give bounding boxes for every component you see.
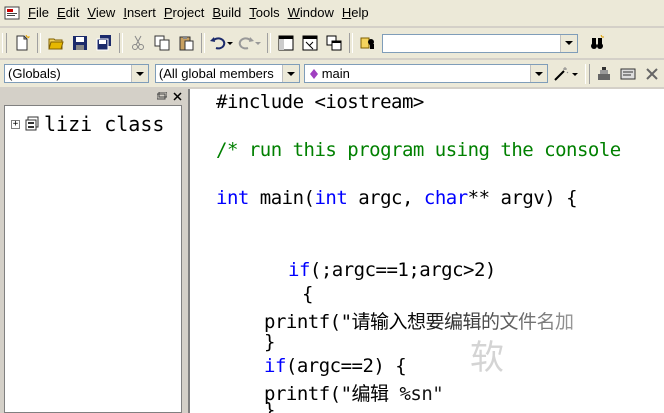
find-combo[interactable] bbox=[382, 33, 578, 53]
code-line: } bbox=[264, 331, 275, 353]
function-icon bbox=[309, 68, 318, 79]
build-icon bbox=[598, 66, 611, 80]
save-icon bbox=[73, 36, 87, 50]
workspace-pane-header bbox=[0, 89, 186, 103]
stop-build-button[interactable] bbox=[641, 63, 663, 85]
code-line-if2: if(argc==2) { bbox=[264, 355, 407, 377]
save-all-button[interactable] bbox=[93, 32, 115, 54]
workspace-button[interactable] bbox=[275, 32, 297, 54]
code-editor[interactable]: #include <iostream> /* run this program … bbox=[188, 89, 664, 413]
undo-button[interactable] bbox=[209, 32, 235, 54]
copy-icon bbox=[154, 35, 170, 51]
filter-combo[interactable]: (All global members bbox=[154, 64, 300, 83]
output-window-icon bbox=[302, 35, 318, 51]
code-line: printf("请输入想要编辑的文件名加 bbox=[264, 311, 574, 333]
standard-toolbar bbox=[0, 28, 664, 58]
menu-window[interactable]: Window bbox=[284, 0, 338, 26]
open-folder-icon bbox=[48, 38, 64, 50]
keyword-if: if bbox=[288, 259, 310, 281]
keyword-int: int bbox=[216, 187, 249, 209]
classes-icon bbox=[25, 116, 39, 131]
menu-project[interactable]: Project bbox=[160, 0, 208, 26]
plus-expander-icon[interactable]: + bbox=[11, 119, 20, 129]
close-icon[interactable] bbox=[173, 91, 182, 101]
output-button[interactable] bbox=[299, 32, 321, 54]
undo-icon bbox=[210, 37, 233, 50]
window-list-button[interactable] bbox=[323, 32, 345, 54]
copy-button[interactable] bbox=[151, 32, 173, 54]
toolbar-separator bbox=[37, 33, 41, 53]
menu-build[interactable]: Build bbox=[208, 0, 245, 26]
build-button[interactable] bbox=[594, 63, 616, 85]
save-button[interactable] bbox=[69, 32, 91, 54]
member-combo-arrow[interactable] bbox=[529, 65, 547, 82]
paste-button[interactable] bbox=[175, 32, 197, 54]
app-icon bbox=[4, 6, 20, 20]
toolbar-grip[interactable] bbox=[584, 63, 590, 84]
scope-combo[interactable]: (Globals) bbox=[4, 64, 149, 83]
code-line: } bbox=[264, 399, 275, 413]
binoculars-icon bbox=[591, 35, 604, 49]
redo-button[interactable] bbox=[237, 32, 263, 54]
find-in-files-icon bbox=[360, 37, 374, 49]
new-file-button[interactable] bbox=[11, 32, 33, 54]
toolbar-separator bbox=[119, 33, 123, 53]
scope-combo-arrow[interactable] bbox=[130, 65, 148, 82]
member-combo[interactable]: main bbox=[303, 64, 548, 83]
code-line: #include <iostream> bbox=[216, 91, 424, 113]
chevron-down-icon bbox=[135, 71, 144, 76]
wizard-action-button[interactable] bbox=[552, 63, 582, 85]
menu-edit[interactable]: Edit bbox=[53, 0, 83, 26]
keyword-int: int bbox=[314, 187, 348, 209]
toolbar-grip[interactable] bbox=[2, 33, 7, 53]
member-combo-value: main bbox=[321, 66, 350, 81]
keyword-if: if bbox=[264, 355, 286, 377]
toolbar-separator bbox=[201, 33, 205, 53]
paste-icon bbox=[179, 36, 194, 51]
menu-bar: File Edit View Insert Project Build Tool… bbox=[0, 0, 664, 26]
stop-build-icon bbox=[646, 67, 658, 80]
code-line: { bbox=[302, 283, 313, 305]
find-in-files-button[interactable] bbox=[357, 32, 379, 54]
menu-insert[interactable]: Insert bbox=[119, 0, 160, 26]
workspace-pane: + lizi class bbox=[0, 89, 186, 413]
save-all-icon bbox=[96, 35, 111, 51]
chevron-down-icon bbox=[286, 71, 295, 76]
wizard-bar: (Globals) (All global members main bbox=[0, 60, 664, 87]
compile-icon bbox=[620, 68, 636, 79]
window-list-icon bbox=[326, 35, 342, 51]
scope-combo-value: (Globals) bbox=[8, 66, 61, 81]
watermark-text: 软 bbox=[470, 338, 504, 378]
tree-item-label: lizi class bbox=[44, 112, 165, 136]
workspace-icon bbox=[278, 35, 294, 51]
redo-icon bbox=[238, 37, 261, 50]
menu-file[interactable]: File bbox=[24, 0, 53, 26]
compile-button[interactable] bbox=[617, 63, 639, 85]
keyword-char: char bbox=[423, 187, 468, 209]
menu-tools[interactable]: Tools bbox=[245, 0, 283, 26]
code-line-main: int main(int argc, char** argv) { bbox=[216, 187, 578, 209]
new-file-icon bbox=[16, 35, 30, 51]
toolbar-separator bbox=[267, 33, 271, 53]
chevron-down-icon bbox=[534, 71, 543, 76]
code-line-comment: /* run this program using the console bbox=[216, 139, 621, 161]
tree-item-lizi-class[interactable]: + lizi class bbox=[11, 112, 164, 136]
filter-combo-value: (All global members bbox=[158, 66, 274, 81]
chevron-down-icon bbox=[565, 41, 573, 45]
class-view-tree: + lizi class bbox=[4, 105, 182, 413]
find-combo-arrow[interactable] bbox=[560, 34, 577, 52]
magic-wand-icon bbox=[553, 66, 578, 81]
toolbar-separator bbox=[349, 33, 353, 53]
menu-help[interactable]: Help bbox=[338, 0, 373, 26]
cut-icon bbox=[132, 35, 144, 50]
pane-restore-icon[interactable] bbox=[157, 92, 167, 100]
filter-combo-arrow[interactable] bbox=[281, 65, 299, 82]
code-line-if: if(;argc==1;argc>2) bbox=[288, 259, 496, 281]
menu-view[interactable]: View bbox=[83, 0, 119, 26]
search-button[interactable] bbox=[586, 32, 608, 54]
cut-button[interactable] bbox=[127, 32, 149, 54]
open-button[interactable] bbox=[45, 32, 67, 54]
code-line: printf("编辑 %sn" bbox=[264, 383, 444, 405]
